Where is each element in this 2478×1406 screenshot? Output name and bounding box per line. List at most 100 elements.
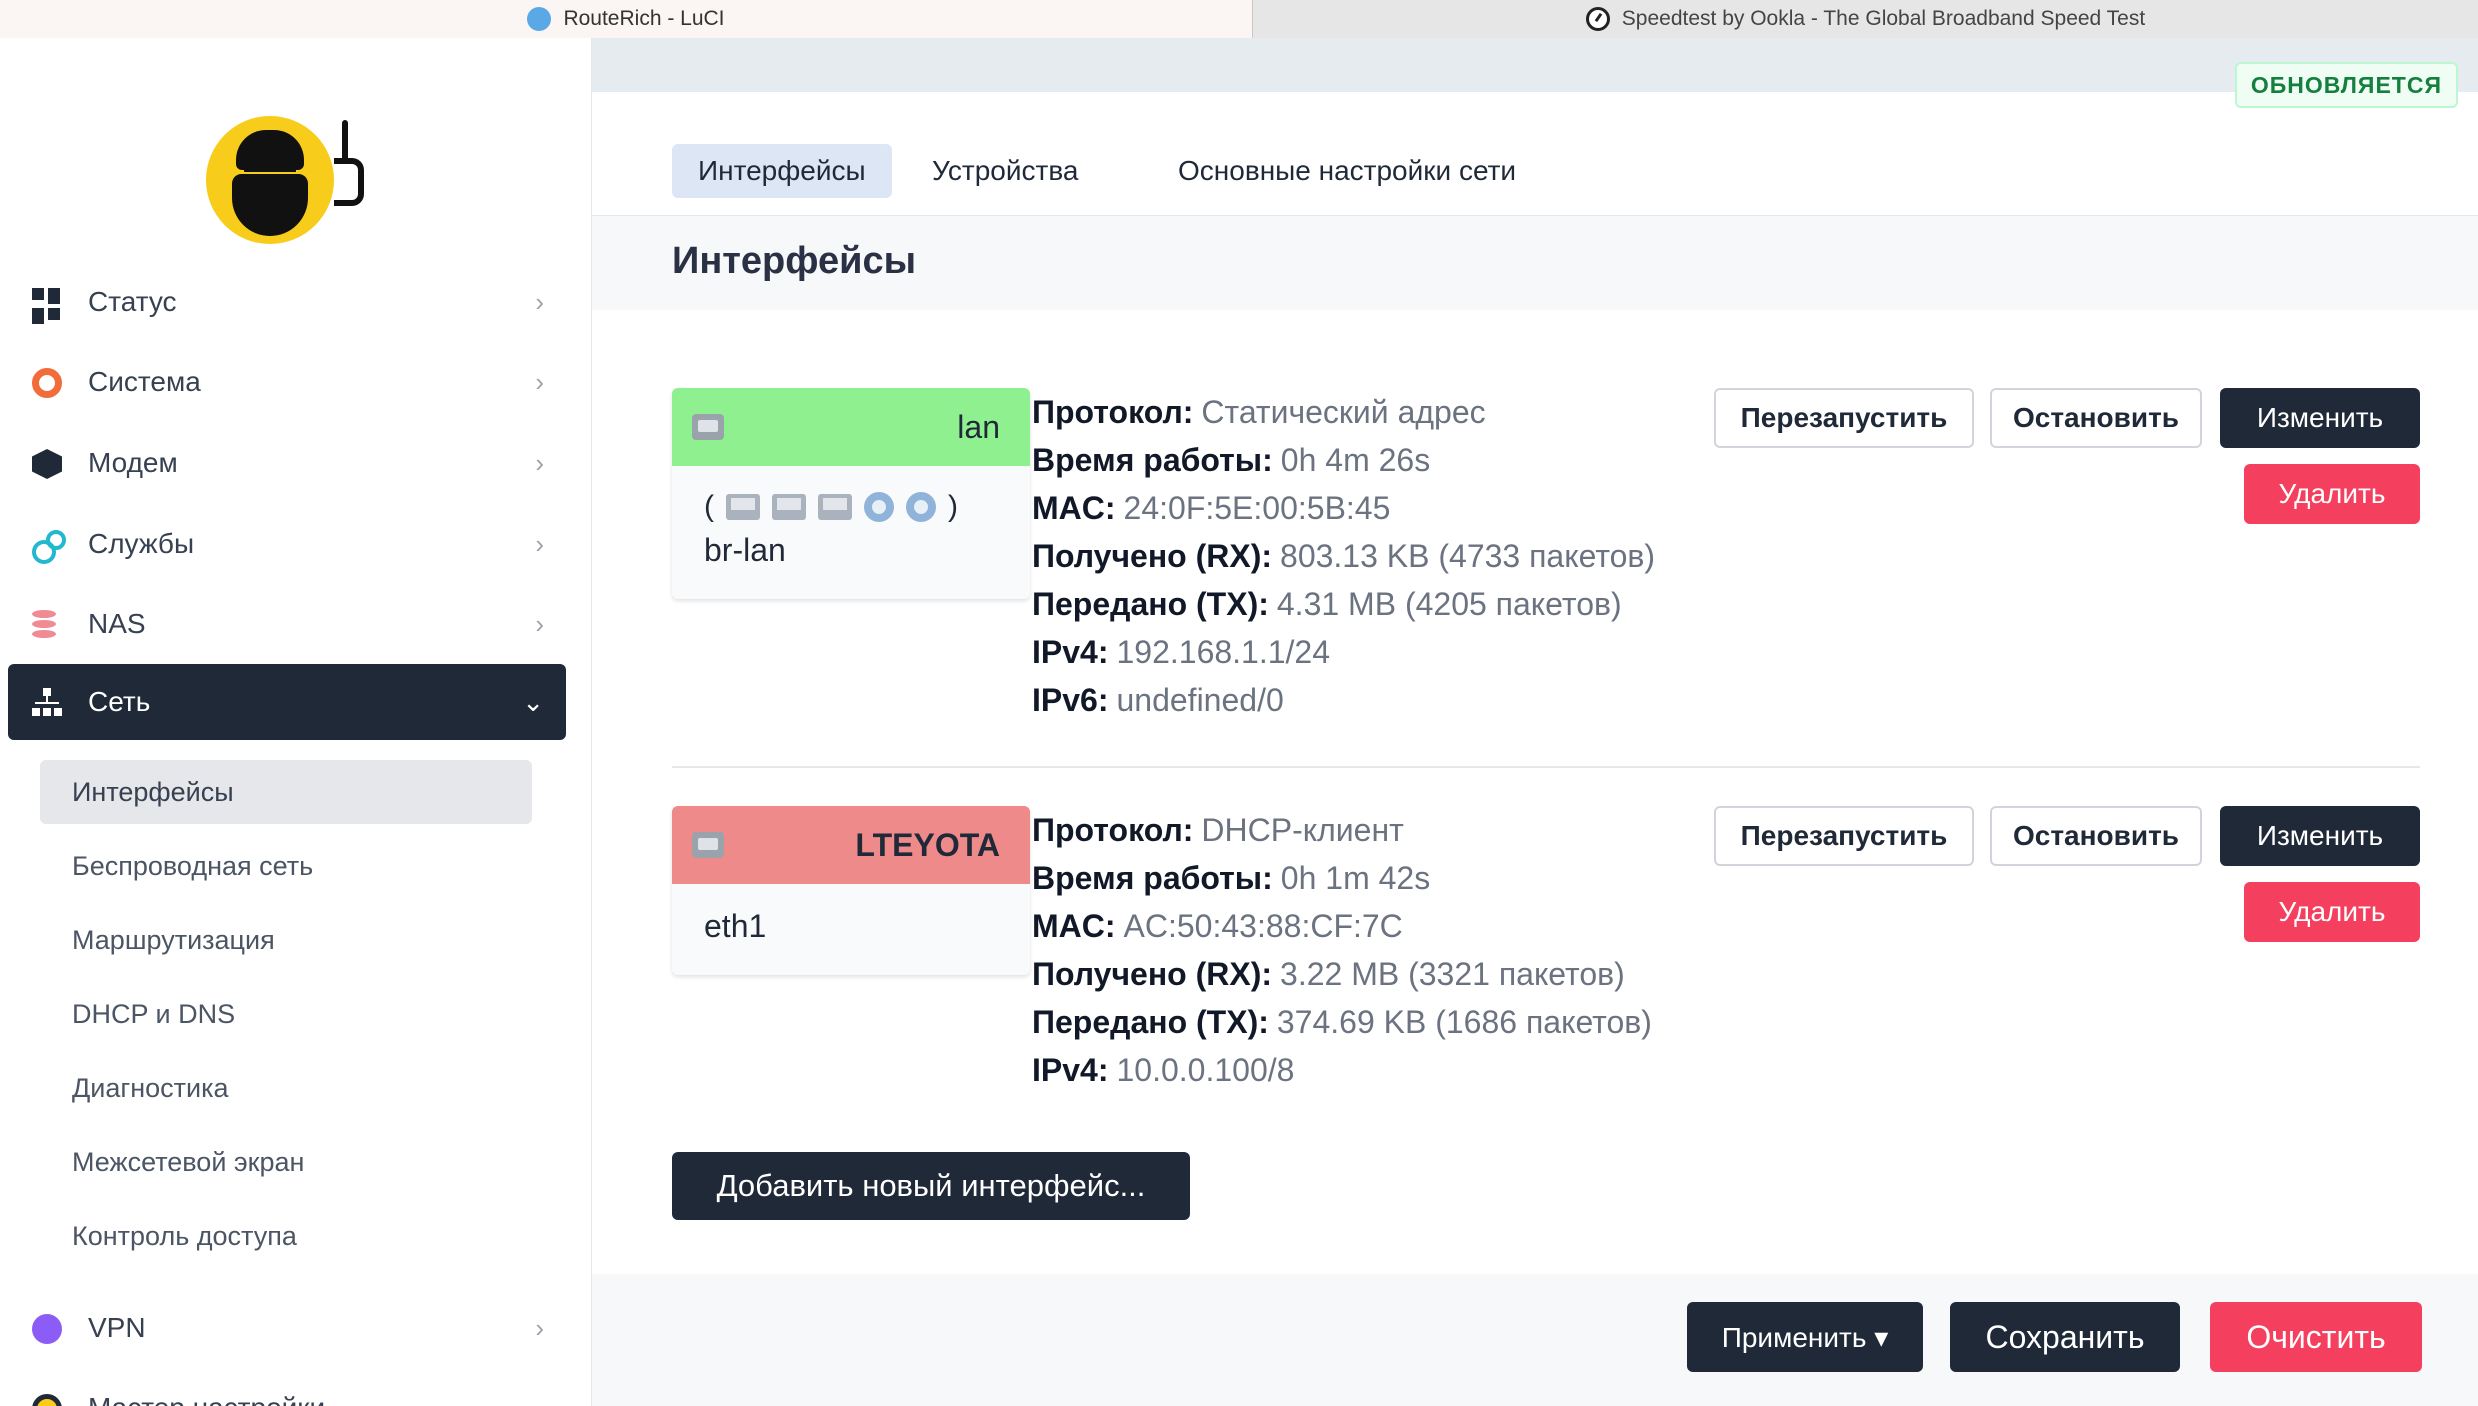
info-ipv4: IPv4: 192.168.1.1/24 [1032, 633, 1331, 670]
sidebar-subitem-diagnostics[interactable]: Диагностика [40, 1056, 532, 1120]
info-rx: Получено (RX): 803.13 KB (4733 пакетов) [1032, 537, 1656, 574]
browser-tab-title: RouteRich - LuCI [563, 7, 725, 30]
restart-button[interactable]: Перезапустить [1714, 388, 1974, 448]
sidebar-item-modem[interactable]: Модем › [8, 425, 566, 501]
sidebar-subitem-wireless[interactable]: Беспроводная сеть [40, 834, 532, 898]
sidebar-subitem-dhcp-dns[interactable]: DHCP и DNS [40, 982, 532, 1046]
tab-global-network-options[interactable]: Основные настройки сети [1152, 144, 1542, 198]
sidebar-item-system[interactable]: Система › [8, 344, 566, 420]
tab-devices[interactable]: Устройства [906, 144, 1104, 198]
gear-icon [32, 368, 62, 398]
chevron-right-icon: › [535, 608, 544, 639]
info-mac: MAC: AC:50:43:88:CF:7C [1032, 907, 1403, 944]
browser-tab-luci[interactable]: RouteRich - LuCI [0, 0, 1253, 38]
ethernet-port-icon [818, 494, 852, 520]
sidebar-item-network[interactable]: Сеть ⌄ [8, 664, 566, 740]
add-interface-button[interactable]: Добавить новый интерфейс... [672, 1152, 1190, 1220]
delete-button[interactable]: Удалить [2244, 882, 2420, 942]
sidebar-subitem-access-control[interactable]: Контроль доступа [40, 1204, 532, 1268]
ethernet-port-icon [726, 494, 760, 520]
browser-tab-speedtest[interactable]: Speedtest by Ookla - The Global Broadban… [1253, 0, 2478, 38]
sidebar-item-label: VPN [88, 1312, 146, 1343]
sidebar-item-services[interactable]: Службы › [8, 506, 566, 582]
apply-dropdown-button[interactable]: Применить ▾ [1687, 1302, 1923, 1372]
info-protocol: Протокол: DHCP-клиент [1032, 811, 1404, 848]
interface-card-body: ( ) br-lan [672, 466, 1030, 599]
info-uptime: Время работы: 0h 1m 42s [1032, 859, 1431, 896]
interface-card[interactable]: lan ( ) br-lan [672, 388, 1030, 599]
chevron-right-icon: › [535, 286, 544, 317]
info-mac: MAC: 24:0F:5E:00:5B:45 [1032, 489, 1391, 526]
sidebar-item-label: Статус [88, 286, 177, 317]
chevron-right-icon: › [535, 1312, 544, 1343]
sidebar-item-label: NAS [88, 608, 146, 639]
sidebar-item-status[interactable]: Статус › [8, 264, 566, 340]
interface-name: LTEYOTA [855, 826, 1000, 863]
luci-favicon-icon [527, 7, 552, 31]
sidebar-item-label: Мастер настройки [88, 1392, 325, 1406]
info-uptime: Время работы: 0h 4m 26s [1032, 441, 1431, 478]
bracket-close: ) [948, 490, 958, 523]
interface-info: Протокол: Статический адрес Время работы:… [1032, 388, 1732, 724]
interface-device: eth1 [704, 908, 767, 944]
info-ipv6: IPv6: undefined/0 [1032, 681, 1284, 718]
interface-card[interactable]: LTEYOTA eth1 [672, 806, 1030, 975]
database-icon [32, 610, 62, 640]
sidebar-item-label: Система [88, 366, 201, 397]
save-button[interactable]: Сохранить [1950, 1302, 2180, 1372]
services-gears-icon [32, 530, 66, 564]
network-icon [32, 688, 62, 718]
browser-tab-title: Speedtest by Ookla - The Global Broadban… [1621, 7, 2146, 30]
sidebar-item-label: Сеть [88, 686, 151, 717]
stop-button[interactable]: Остановить [1990, 806, 2202, 866]
chevron-right-icon: › [535, 447, 544, 478]
interface-name: lan [957, 408, 1000, 445]
dashboard-icon [32, 288, 62, 324]
sidebar-item-label: Службы [88, 528, 195, 559]
page-title-bar: Интерфейсы [592, 216, 2478, 310]
bracket-open: ( [704, 490, 714, 523]
speedtest-favicon-icon [1585, 7, 1610, 31]
footer-actions: Применить ▾ Сохранить Очистить [592, 1274, 2478, 1406]
main-content: Интерфейсы Устройства Основные настройки… [592, 38, 2478, 1406]
cube-icon [32, 449, 62, 479]
info-tx: Передано (TX): 374.69 KB (1686 пакетов) [1032, 1003, 1652, 1040]
wireless-icon [864, 492, 894, 522]
info-tx: Передано (TX): 4.31 MB (4205 пакетов) [1032, 585, 1622, 622]
sidebar-subitem-routing[interactable]: Маршрутизация [40, 908, 532, 972]
interface-card-header: LTEYOTA [672, 806, 1030, 884]
routerich-logo[interactable] [206, 78, 376, 248]
interface-device: br-lan [704, 532, 786, 568]
info-ipv4: IPv4: 10.0.0.100/8 [1032, 1051, 1295, 1088]
sidebar-item-label: Модем [88, 447, 178, 478]
chevron-right-icon: › [535, 366, 544, 397]
wireless-icon [906, 492, 936, 522]
tab-interfaces[interactable]: Интерфейсы [672, 144, 892, 198]
browser-tab-bar: RouteRich - LuCI Speedtest by Ookla - Th… [0, 0, 2478, 38]
edit-button[interactable]: Изменить [2220, 388, 2420, 448]
sidebar-item-vpn[interactable]: VPN › [8, 1290, 566, 1366]
chevron-right-icon: › [535, 528, 544, 559]
network-port-icon [692, 832, 724, 858]
ethernet-port-icon [772, 494, 806, 520]
sidebar-item-wizard[interactable]: Мастер настройки [8, 1370, 566, 1406]
restart-button[interactable]: Перезапустить [1714, 806, 1974, 866]
stop-button[interactable]: Остановить [1990, 388, 2202, 448]
chevron-down-icon: ⌄ [522, 686, 544, 717]
delete-button[interactable]: Удалить [2244, 464, 2420, 524]
page-title: Интерфейсы [672, 240, 917, 282]
info-rx: Получено (RX): 3.22 MB (3321 пакетов) [1032, 955, 1625, 992]
edit-button[interactable]: Изменить [2220, 806, 2420, 866]
sidebar-item-nas[interactable]: NAS › [8, 586, 566, 662]
wizard-icon [32, 1394, 62, 1406]
bridge-devices: ( ) [704, 490, 998, 524]
sidebar-subitem-interfaces[interactable]: Интерфейсы [40, 760, 532, 824]
interfaces-panel: lan ( ) br-lan Протокол: Статический адр… [592, 310, 2478, 1274]
interface-card-header: lan [672, 388, 1030, 466]
interface-card-body: eth1 [672, 884, 1030, 975]
vpn-icon [32, 1314, 62, 1344]
sidebar-subitem-firewall[interactable]: Межсетевой экран [40, 1130, 532, 1194]
logo-router-shape [334, 158, 364, 206]
reset-button[interactable]: Очистить [2210, 1302, 2422, 1372]
divider [672, 766, 2420, 768]
